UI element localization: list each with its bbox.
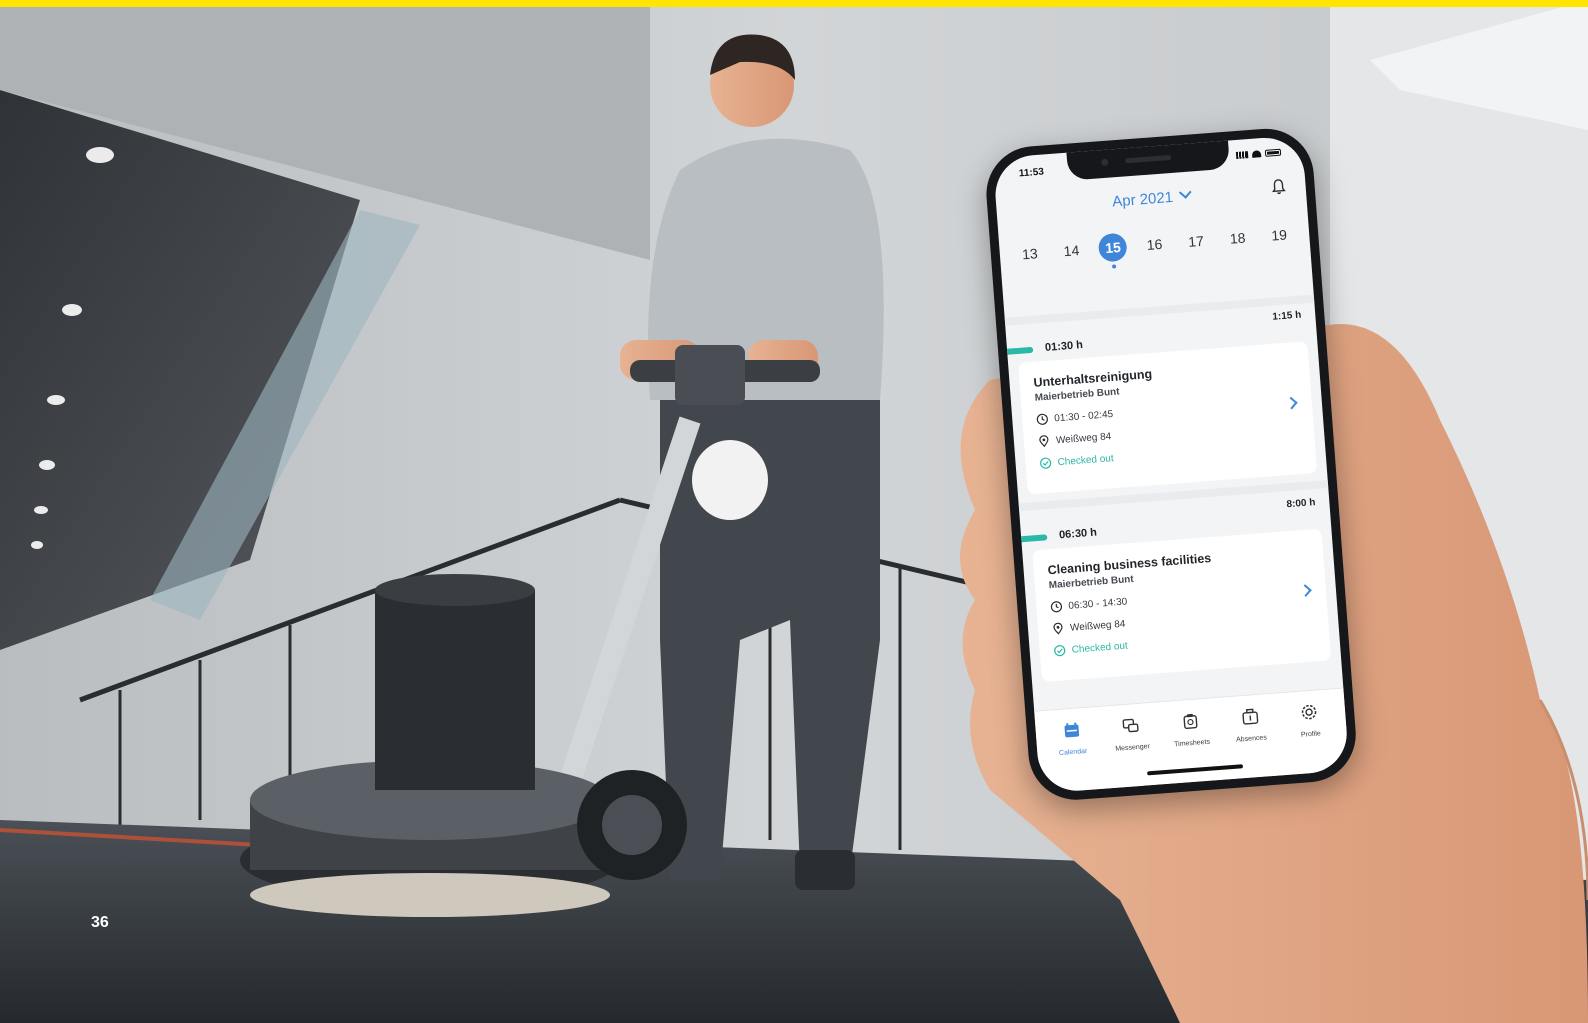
divider: [1004, 294, 1315, 326]
app-screen: 11:53 Apr 2021 13 14 15 16 17 18 19 01:30 h 1:…: [992, 135, 1350, 794]
month-label[interactable]: Apr 2021: [1112, 189, 1174, 211]
calendar-day-number[interactable]: 13: [1015, 239, 1045, 269]
chevron-down-icon[interactable]: [1178, 186, 1192, 199]
tab-label: Timesheets: [1173, 738, 1211, 749]
week-strip: 13 14 15 16 17 18 19: [1009, 218, 1301, 277]
shift-address: Weißweg 84: [1069, 618, 1126, 634]
shift-accent-bar: [1021, 534, 1048, 543]
home-indicator: [1147, 764, 1244, 776]
calendar-day[interactable]: 14: [1050, 233, 1093, 273]
tab-label: Absences: [1235, 734, 1268, 744]
check-circle-icon: [1054, 645, 1066, 657]
calendar-day-number[interactable]: 17: [1181, 226, 1211, 256]
clock-icon: [1050, 601, 1063, 613]
calendar-day-number[interactable]: 14: [1056, 236, 1086, 266]
shift-card[interactable]: Cleaning business facilities Maierbetrie…: [1032, 528, 1332, 683]
calendar-day[interactable]: 16: [1133, 227, 1176, 267]
status-icons: [1235, 148, 1282, 160]
tab-label: Profile: [1300, 730, 1322, 739]
calendar-day[interactable]: 17: [1175, 224, 1218, 264]
shift-status: Checked out: [1071, 640, 1129, 656]
calendar-day[interactable]: 13: [1009, 236, 1052, 276]
tab-label: Messenger: [1115, 743, 1151, 753]
status-time: 11:53: [1018, 166, 1045, 180]
messenger-icon[interactable]: [1121, 716, 1140, 735]
shift-start-time: 01:30 h: [1044, 339, 1084, 354]
event-dot: [1112, 264, 1117, 269]
shift-duration: 8:00 h: [1286, 497, 1316, 511]
location-pin-icon: [1053, 622, 1063, 635]
shift-duration: 1:15 h: [1272, 309, 1302, 323]
tab-absences[interactable]: Absences: [1221, 706, 1279, 745]
clock-icon: [1036, 413, 1048, 425]
location-pin-icon: [1039, 435, 1049, 448]
shift-start-time: 06:30 h: [1058, 526, 1098, 542]
tab-timesheets[interactable]: Timesheets: [1162, 710, 1220, 749]
shift-time-range: 01:30 - 02:45: [1053, 408, 1114, 424]
tab-label: Calendar: [1058, 747, 1088, 757]
shift-accent-bar: [1006, 346, 1034, 355]
shift-card[interactable]: Unterhaltsreinigung Maierbetrieb Bunt 01…: [1018, 341, 1318, 495]
calendar-day[interactable]: 19: [1258, 218, 1301, 258]
calendar-day-number[interactable]: 19: [1264, 220, 1294, 250]
check-circle-icon: [1040, 457, 1052, 469]
calendar-day[interactable]: 18: [1216, 221, 1259, 261]
calendar-day[interactable]: 15: [1092, 230, 1135, 270]
calendar-day-number[interactable]: 18: [1223, 223, 1253, 253]
tab-profile[interactable]: Profile: [1281, 701, 1339, 740]
bell-icon[interactable]: [1271, 178, 1286, 195]
battery-icon: [1264, 148, 1282, 157]
shift-status: Checked out: [1057, 452, 1115, 468]
tab-messenger[interactable]: Messenger: [1102, 714, 1160, 753]
tab-calendar[interactable]: Calendar: [1043, 719, 1101, 758]
shift-time-range: 06:30 - 14:30: [1068, 595, 1128, 612]
background-photo: [0, 0, 1588, 1023]
smartphone: 11:53 Apr 2021 13 14 15 16 17 18 19 01:30 h 1:…: [983, 125, 1360, 804]
calendar-day-number[interactable]: 16: [1140, 229, 1170, 259]
signal-icon: [1235, 151, 1249, 160]
gear-icon[interactable]: [1300, 702, 1319, 721]
wifi-icon: [1251, 150, 1262, 158]
calendar-day-number[interactable]: 15: [1097, 232, 1129, 263]
brand-accent-bar: [0, 0, 1588, 7]
month-selector[interactable]: Apr 2021: [996, 179, 1306, 220]
page-number: 36: [91, 914, 109, 931]
notch: [1066, 138, 1231, 181]
calendar-icon[interactable]: [1062, 720, 1081, 739]
absences-icon[interactable]: [1240, 707, 1259, 726]
shift-address: Weißweg 84: [1055, 430, 1112, 446]
bottom-tab-bar: Calendar Messenger Timesheets Absences Profi…: [1034, 687, 1350, 794]
timesheets-icon[interactable]: [1181, 711, 1200, 730]
